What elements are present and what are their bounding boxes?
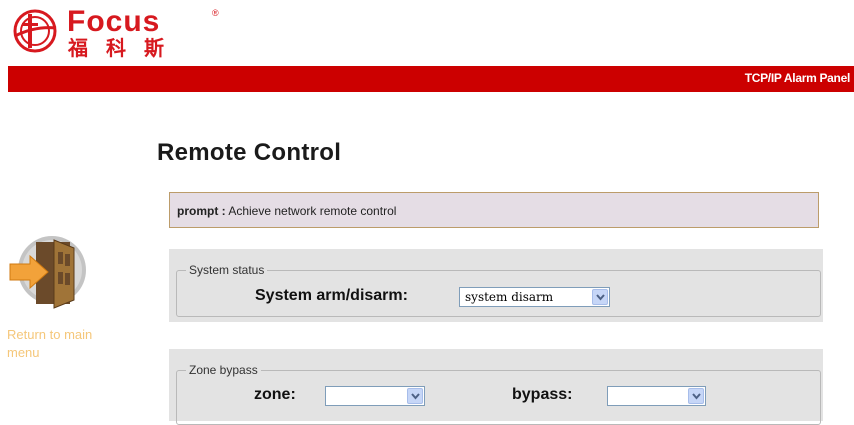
bypass-label: bypass: <box>512 386 573 403</box>
return-to-main-menu-link[interactable]: Return to main menu <box>7 326 117 362</box>
zone-bypass-legend: Zone bypass <box>189 363 258 377</box>
zone-label: zone: <box>254 386 296 403</box>
zone-bypass-panel: Zone bypass zone: bypass: <box>169 349 823 425</box>
chevron-down-icon[interactable] <box>688 388 704 404</box>
system-status-panel: System status System arm/disarm: system … <box>169 249 823 322</box>
system-arm-disarm-label: System arm/disarm: <box>255 287 408 304</box>
header-title: TCP/IP Alarm Panel <box>744 71 851 85</box>
prompt-box: prompt : Achieve network remote control <box>169 192 819 228</box>
registered-mark: ® <box>212 8 219 18</box>
brand-chinese-name: 福科斯 <box>68 36 182 60</box>
prompt-text: Achieve network remote control <box>228 204 397 218</box>
chevron-down-icon[interactable] <box>592 289 608 305</box>
page-title: Remote Control <box>157 139 342 166</box>
system-status-legend: System status <box>189 263 265 277</box>
zone-select[interactable] <box>325 386 425 406</box>
header-bar: TCP/IP Alarm Panel <box>8 66 854 92</box>
door-exit-icon[interactable] <box>6 228 90 312</box>
system-arm-disarm-value: system disarm <box>465 290 554 304</box>
prompt-label: prompt : <box>177 204 226 218</box>
system-arm-disarm-select[interactable]: system disarm <box>459 287 610 307</box>
chevron-down-icon[interactable] <box>407 388 423 404</box>
focus-logo: Focus ® 福科斯 <box>12 5 232 60</box>
bypass-select[interactable] <box>607 386 706 406</box>
brand-name: Focus <box>67 5 161 38</box>
focus-logo-icon <box>13 9 57 53</box>
